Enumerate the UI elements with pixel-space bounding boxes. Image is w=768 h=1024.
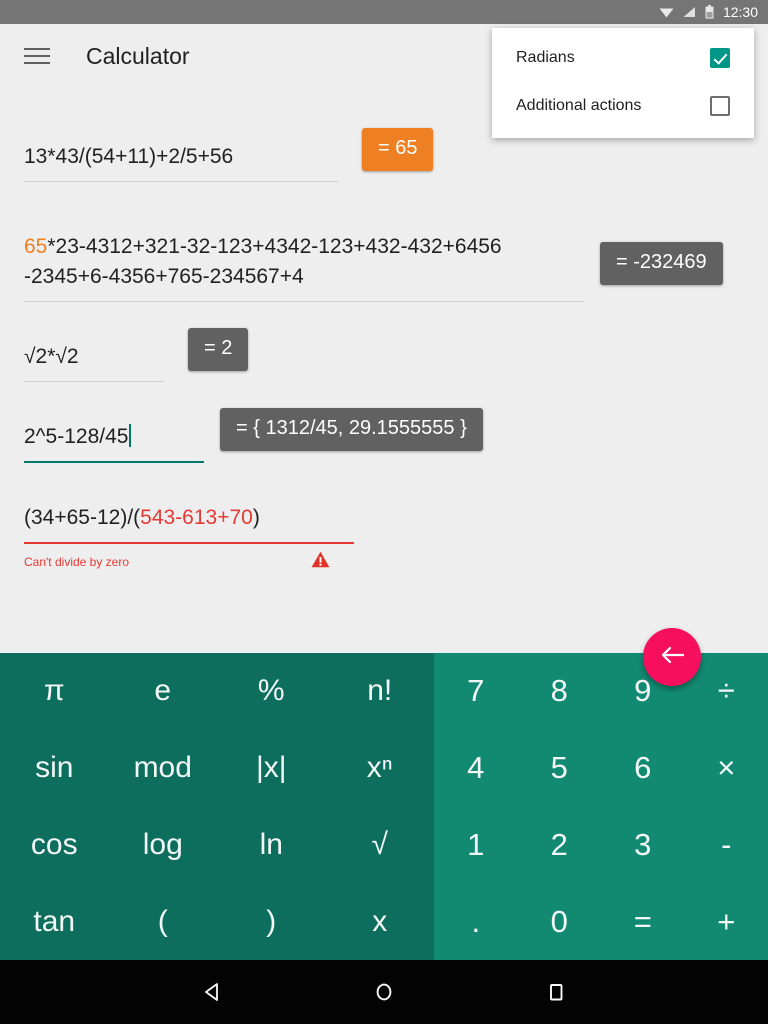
key-sqrt[interactable]: √ — [326, 807, 435, 884]
cellular-signal-icon — [682, 6, 696, 18]
result-badge[interactable]: = 2 — [188, 328, 249, 371]
expression-underline-active — [24, 461, 204, 463]
key-4[interactable]: 4 — [434, 730, 518, 807]
function-keypad: π e % n! sin mod |x| xⁿ cos log ln √ tan… — [0, 653, 434, 960]
status-bar-icons — [659, 5, 714, 19]
expression-list: 13*43/(54+11)+2/5+56 = 65 65*23-4312+321… — [0, 88, 768, 653]
expression-underline — [24, 381, 164, 382]
keypad: π e % n! sin mod |x| xⁿ cos log ln √ tan… — [0, 653, 768, 960]
key-ln[interactable]: ln — [217, 807, 326, 884]
result-badge[interactable]: = -232469 — [600, 242, 723, 285]
result-badge[interactable]: = { 1312/45, 29.1555555 } — [220, 408, 483, 451]
expression-error-segment: 543-613+70 — [140, 506, 253, 529]
key-minus[interactable]: - — [685, 807, 768, 884]
key-3[interactable]: 3 — [601, 807, 685, 884]
battery-icon — [705, 5, 714, 19]
key-1[interactable]: 1 — [434, 807, 518, 884]
expression-row-focused[interactable]: 2^5-128/45 = { 1312/45, 29.1555555 } — [0, 408, 768, 463]
key-8[interactable]: 8 — [518, 653, 602, 730]
recents-icon[interactable] — [532, 968, 580, 1016]
key-pi[interactable]: π — [0, 653, 109, 730]
numeric-keypad: 7 8 9 ÷ 4 5 6 × 1 2 3 - . 0 = + — [434, 653, 768, 960]
expression-row-error[interactable]: (34+65-12)/(543-613+70) Can't divide by … — [0, 489, 768, 573]
expression-text[interactable]: 13*43/(54+11)+2/5+56 — [24, 142, 338, 181]
error-line: Can't divide by zero — [24, 544, 354, 573]
key-multiply[interactable]: × — [685, 730, 768, 807]
expression-text[interactable]: 65*23-4312+321-32-123+4342-123+432-432+6… — [24, 232, 584, 301]
additional-actions-checkbox[interactable] — [710, 96, 730, 116]
key-5[interactable]: 5 — [518, 730, 602, 807]
warning-triangle-icon — [311, 551, 330, 573]
backspace-fab-button[interactable] — [643, 628, 701, 686]
android-navigation-bar — [0, 960, 768, 1024]
key-cos[interactable]: cos — [0, 807, 109, 884]
expression-text[interactable]: (34+65-12)/(543-613+70) — [24, 503, 354, 542]
error-message: Can't divide by zero — [24, 555, 130, 569]
key-equals[interactable]: = — [601, 883, 685, 960]
overflow-menu: Radians Additional actions — [492, 28, 754, 138]
menu-item-additional-actions[interactable]: Additional actions — [492, 82, 754, 130]
key-decimal[interactable]: . — [434, 883, 518, 960]
expression-text[interactable]: √2*√2 — [24, 342, 164, 381]
key-abs[interactable]: |x| — [217, 730, 326, 807]
wifi-icon — [659, 6, 674, 18]
status-bar-clock: 12:30 — [722, 4, 758, 20]
key-mod[interactable]: mod — [109, 730, 218, 807]
expression-reference: 65 — [24, 235, 48, 258]
backspace-arrow-left-icon — [659, 645, 685, 670]
key-e[interactable]: e — [109, 653, 218, 730]
page-title: Calculator — [86, 42, 190, 69]
menu-item-additional-actions-label: Additional actions — [516, 97, 642, 114]
hamburger-menu-icon[interactable] — [24, 46, 50, 66]
text-cursor — [129, 424, 131, 447]
home-icon[interactable] — [360, 968, 408, 1016]
calculator-app-screen: 12:30 Calculator Radians Additional acti… — [0, 0, 768, 1024]
key-log[interactable]: log — [109, 807, 218, 884]
menu-item-radians[interactable]: Radians — [492, 34, 754, 82]
key-tan[interactable]: tan — [0, 883, 109, 960]
status-bar: 12:30 — [0, 0, 768, 24]
key-percent[interactable]: % — [217, 653, 326, 730]
key-open-paren[interactable]: ( — [109, 883, 218, 960]
menu-item-radians-label: Radians — [516, 49, 575, 66]
expression-underline — [24, 301, 584, 302]
key-6[interactable]: 6 — [601, 730, 685, 807]
key-2[interactable]: 2 — [518, 807, 602, 884]
key-sin[interactable]: sin — [0, 730, 109, 807]
key-close-paren[interactable]: ) — [217, 883, 326, 960]
expression-row[interactable]: √2*√2 = 2 — [0, 328, 768, 382]
expression-input[interactable]: 2^5-128/45 — [24, 422, 204, 461]
key-power[interactable]: xⁿ — [326, 730, 435, 807]
key-plus[interactable]: + — [685, 883, 768, 960]
radians-checkbox[interactable] — [710, 48, 730, 68]
result-badge[interactable]: = 65 — [362, 128, 434, 171]
back-icon[interactable] — [188, 968, 236, 1016]
key-factorial[interactable]: n! — [326, 653, 435, 730]
key-7[interactable]: 7 — [434, 653, 518, 730]
key-variable-x[interactable]: x — [326, 883, 435, 960]
expression-underline — [24, 181, 338, 182]
key-0[interactable]: 0 — [518, 883, 602, 960]
expression-row[interactable]: 65*23-4312+321-32-123+4342-123+432-432+6… — [0, 218, 768, 302]
